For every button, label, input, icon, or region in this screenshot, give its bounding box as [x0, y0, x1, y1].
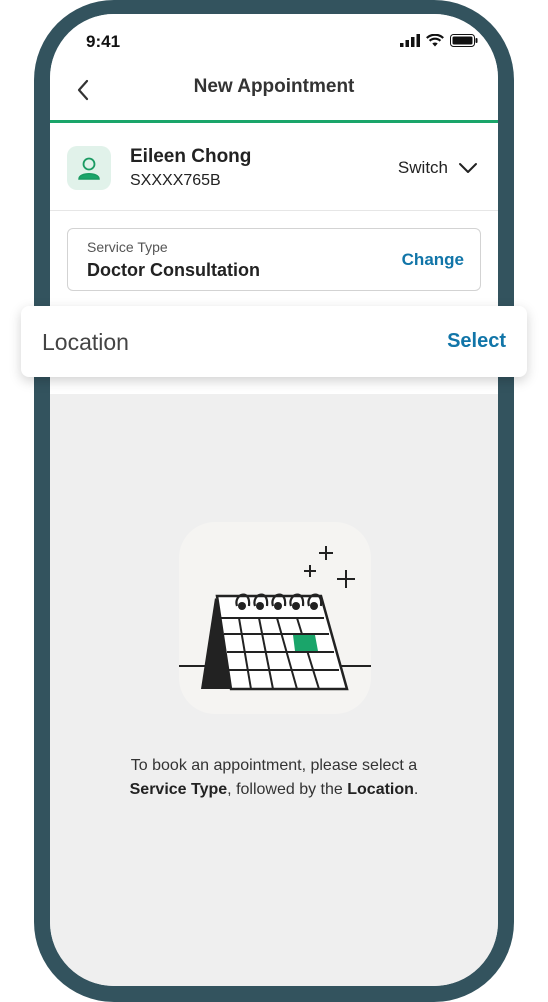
screen: 9:41 New Appointment Eileen Chong SXXXX7… [50, 14, 498, 986]
service-type-label: Service Type [87, 239, 168, 255]
service-type-value: Doctor Consultation [87, 260, 260, 280]
patient-row: Eileen Chong SXXXX765B Switch [50, 123, 498, 211]
patient-name: Eileen Chong [130, 146, 252, 167]
avatar [67, 146, 111, 190]
service-type-card[interactable]: Service Type Doctor Consultation Change [67, 228, 481, 291]
wifi-icon [426, 34, 444, 47]
nav-bar: New Appointment [50, 64, 498, 123]
switch-patient-button[interactable]: Switch [398, 158, 478, 178]
empty-mid: , followed by the [227, 781, 348, 798]
location-card[interactable]: Location Select [21, 306, 527, 377]
empty-line1: To book an appointment, please select a [130, 757, 418, 774]
empty-bold-location: Location [347, 781, 414, 798]
switch-label: Switch [397, 158, 448, 177]
status-icons [400, 34, 478, 47]
change-service-button[interactable]: Change [402, 250, 464, 270]
status-time: 9:41 [86, 32, 121, 51]
status-bar: 9:41 [50, 14, 498, 64]
calendar-illustration [179, 522, 371, 714]
user-icon [78, 157, 100, 180]
empty-end: . [413, 781, 419, 798]
chevron-down-icon [459, 163, 477, 173]
select-location-button[interactable]: Select [447, 330, 506, 353]
location-label: Location [42, 329, 129, 355]
empty-bold-service: Service Type [129, 781, 228, 798]
battery-icon [450, 34, 478, 47]
page-title: New Appointment [193, 76, 355, 97]
empty-state-message: To book an appointment, please select a … [50, 754, 498, 802]
signal-icon [400, 34, 420, 47]
patient-id: SXXXX765B [130, 172, 221, 189]
